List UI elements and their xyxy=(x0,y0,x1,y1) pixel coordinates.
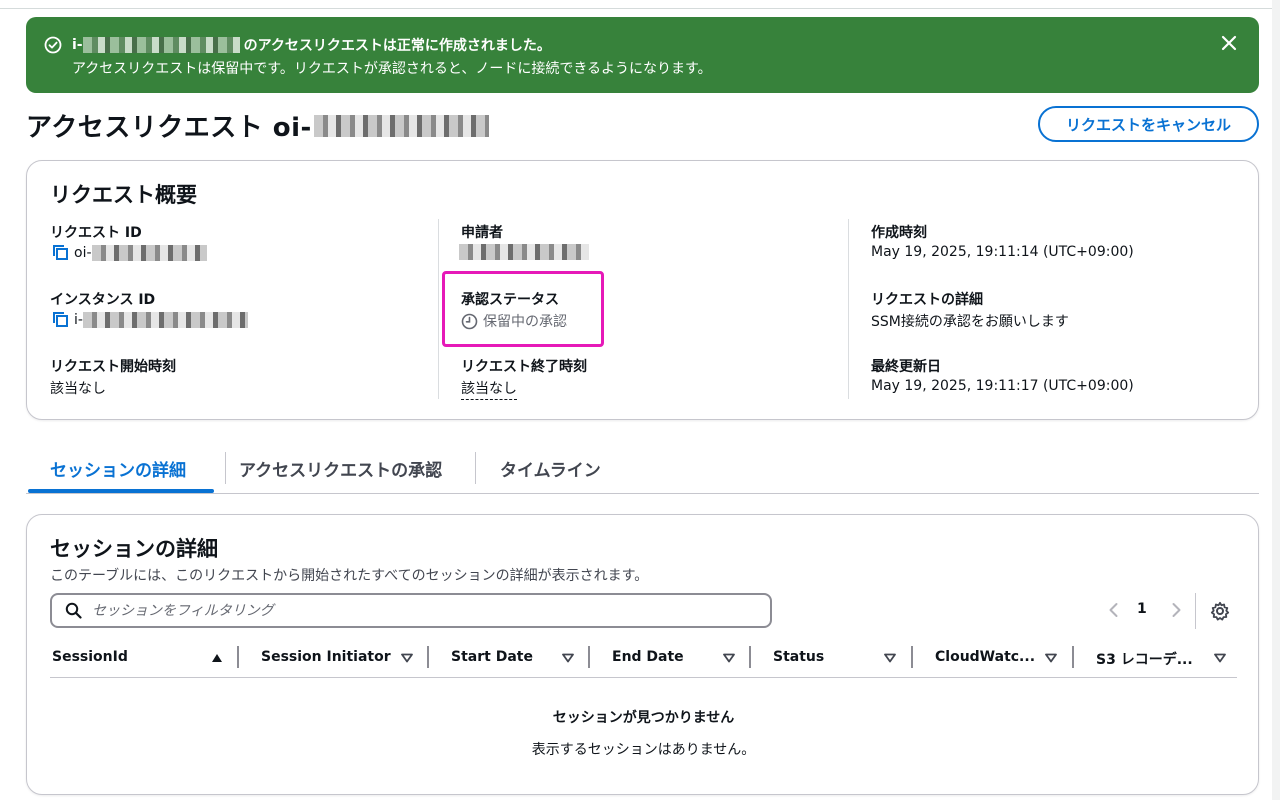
chevron-right-icon[interactable] xyxy=(1167,601,1185,619)
current-page[interactable]: 1 xyxy=(1137,601,1147,617)
page-title-text: アクセスリクエスト oi- xyxy=(26,113,312,143)
column-header-session-id[interactable]: SessionId xyxy=(52,649,128,665)
end-time-label: リクエスト終了時刻 xyxy=(461,359,587,375)
column-header-s3-recording[interactable]: S3 レコーデ... xyxy=(1096,649,1193,669)
updated-at-value: May 19, 2025, 19:11:17 (UTC+09:00) xyxy=(871,378,1134,394)
request-details-value: SSM接続の承認をお願いします xyxy=(871,314,1069,330)
search-icon xyxy=(65,602,82,619)
request-id-label: リクエスト ID xyxy=(50,225,142,241)
top-rule xyxy=(0,8,1280,9)
active-tab-indicator xyxy=(28,489,214,493)
column-resizer[interactable] xyxy=(749,646,751,668)
success-check-icon xyxy=(44,36,62,54)
column-divider xyxy=(848,219,849,399)
request-details-label: リクエストの詳細 xyxy=(871,292,983,308)
success-flash-banner: i- のアクセスリクエストは正常に作成されました。 アクセスリクエストは保留中で… xyxy=(26,17,1259,93)
page-scrollbar[interactable] xyxy=(1272,0,1280,800)
sort-caret-down-icon[interactable] xyxy=(562,653,574,663)
tab-session-details[interactable]: セッションの詳細 xyxy=(50,456,186,481)
sort-caret-down-icon[interactable] xyxy=(1214,653,1226,663)
redacted-request-id xyxy=(313,114,489,137)
requester-value xyxy=(459,244,589,260)
gear-icon[interactable] xyxy=(1210,601,1230,621)
column-divider xyxy=(438,219,439,399)
column-resizer[interactable] xyxy=(1072,646,1074,668)
empty-state-title: セッションが見つかりません xyxy=(552,710,735,726)
instance-id-label: インスタンス ID xyxy=(50,292,156,308)
redacted-request-id-value xyxy=(91,245,207,261)
redacted-instance-id-value xyxy=(82,312,248,328)
created-at-value: May 19, 2025, 19:11:14 (UTC+09:00) xyxy=(871,244,1134,260)
cancel-request-button[interactable]: リクエストをキャンセル xyxy=(1038,106,1259,142)
instance-id-prefix: i- xyxy=(74,312,83,328)
sort-caret-down-icon[interactable] xyxy=(1045,653,1057,663)
sort-caret-down-icon[interactable] xyxy=(884,653,896,663)
tabs-baseline xyxy=(26,493,1259,494)
approval-status-highlight xyxy=(442,271,604,347)
updated-at-label: 最終更新日 xyxy=(871,359,941,375)
created-at-label: 作成時刻 xyxy=(871,225,927,241)
session-filter-input[interactable] xyxy=(92,599,752,622)
flash-detail: アクセスリクエストは保留中です。リクエストが承認されると、ノードに接続できるよう… xyxy=(72,61,712,77)
copy-icon[interactable] xyxy=(52,244,70,262)
column-header-status[interactable]: Status xyxy=(773,649,824,665)
pager-divider xyxy=(1195,593,1196,629)
redacted-instance-id xyxy=(82,37,240,53)
end-time-text: 該当なし xyxy=(461,378,517,400)
column-header-cloudwatch[interactable]: CloudWatc... xyxy=(935,649,1035,665)
column-resizer[interactable] xyxy=(588,646,590,668)
column-resizer[interactable] xyxy=(237,646,239,668)
column-header-end-date[interactable]: End Date xyxy=(612,649,684,665)
redacted-requester xyxy=(459,244,589,260)
start-time-value: 該当なし xyxy=(50,381,106,397)
page-title: アクセスリクエスト oi- xyxy=(26,107,489,144)
sessions-title: セッションの詳細 xyxy=(50,537,218,561)
column-header-session-initiator[interactable]: Session Initiator xyxy=(261,649,391,665)
column-resizer[interactable] xyxy=(427,646,429,668)
column-header-start-date[interactable]: Start Date xyxy=(451,649,533,665)
close-icon[interactable] xyxy=(1217,31,1241,55)
requester-label: 申請者 xyxy=(461,225,503,241)
sessions-description: このテーブルには、このリクエストから開始されたすべてのセッションの詳細が表示され… xyxy=(50,568,649,584)
flash-instance-prefix: i- xyxy=(72,37,83,53)
summary-title: リクエスト概要 xyxy=(50,183,197,207)
empty-state-message: 表示するセッションはありません。 xyxy=(531,742,756,758)
request-id-prefix: oi- xyxy=(74,245,92,261)
sort-ascending-icon[interactable] xyxy=(211,653,223,663)
copy-icon[interactable] xyxy=(52,311,70,329)
request-id-value: oi- xyxy=(52,244,207,262)
sessions-table-container: セッションの詳細 このテーブルには、このリクエストから開始されたすべてのセッショ… xyxy=(26,514,1259,795)
tab-access-request-approval[interactable]: アクセスリクエストの承認 xyxy=(239,456,442,481)
tab-divider xyxy=(475,452,476,484)
instance-id-value: i- xyxy=(52,311,248,329)
flash-message-suffix: のアクセスリクエストは正常に作成されました。 xyxy=(243,38,551,54)
chevron-left-icon[interactable] xyxy=(1105,601,1123,619)
sort-caret-down-icon[interactable] xyxy=(723,653,735,663)
tab-timeline[interactable]: タイムライン xyxy=(500,456,601,481)
column-resizer[interactable] xyxy=(911,646,913,668)
session-filter[interactable] xyxy=(50,593,772,628)
table-header-rule xyxy=(50,677,1237,678)
request-summary-container: リクエスト概要 リクエスト ID oi- インスタンス ID i- リクエスト開… xyxy=(26,160,1259,420)
sort-caret-down-icon[interactable] xyxy=(401,653,413,663)
flash-message: i- のアクセスリクエストは正常に作成されました。 xyxy=(72,35,551,55)
tab-divider xyxy=(225,452,226,484)
end-time-value[interactable]: 該当なし xyxy=(461,378,517,400)
start-time-label: リクエスト開始時刻 xyxy=(50,359,176,375)
